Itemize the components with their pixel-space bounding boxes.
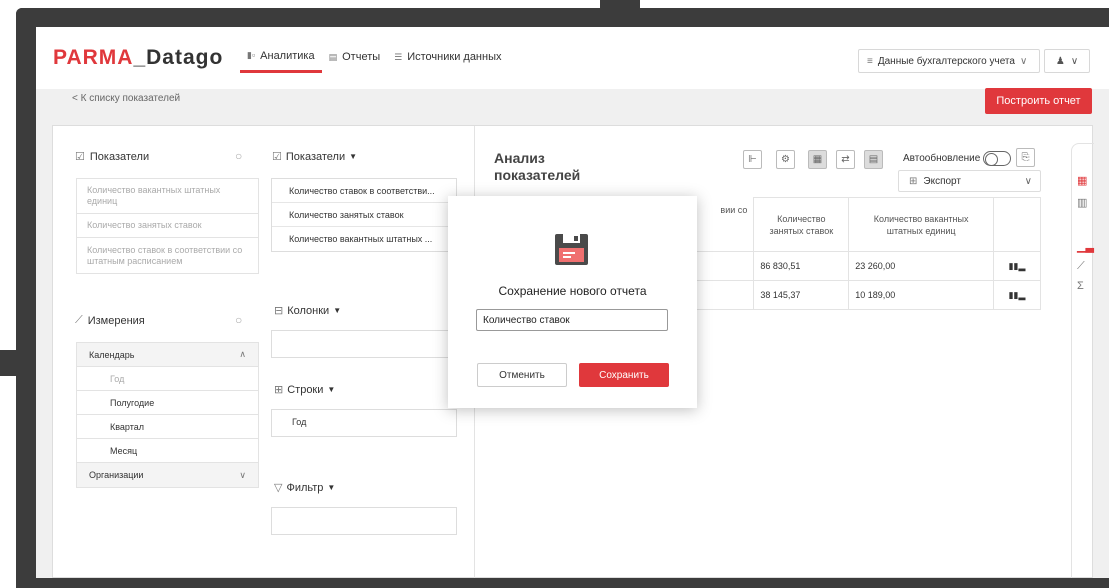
modal-overlay: Сохранение нового отчета Отменить Сохран… [0, 0, 1109, 588]
cancel-button[interactable]: Отменить [477, 363, 567, 387]
dialog-title: Сохранение нового отчета [498, 284, 647, 298]
floppy-disk-icon [555, 234, 588, 265]
report-name-input[interactable] [476, 309, 668, 331]
save-button[interactable]: Сохранить [579, 363, 669, 387]
save-report-dialog: Сохранение нового отчета Отменить Сохран… [448, 196, 697, 408]
